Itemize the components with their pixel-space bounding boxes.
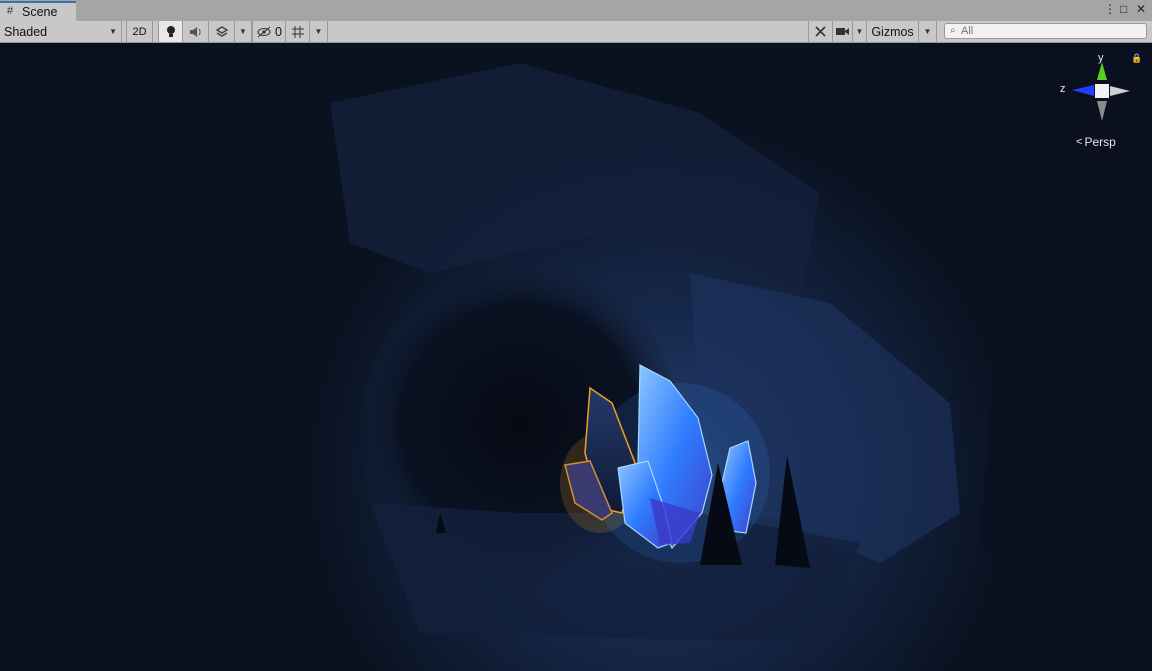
lightbulb-icon [166, 25, 175, 37]
y-axis-cone [1097, 62, 1107, 80]
scene-viewport[interactable]: y z 🔒 < Persp [0, 43, 1152, 671]
tools-toggle[interactable] [808, 21, 833, 42]
toggle-2d-button[interactable]: 2D [126, 21, 153, 42]
z-axis-cone [1072, 85, 1094, 96]
chevron-down-icon: ▼ [314, 27, 323, 36]
eye-hidden-icon [257, 26, 271, 37]
grid-dropdown[interactable]: ▼ [310, 21, 328, 42]
maximize-icon[interactable]: □ [1120, 2, 1127, 16]
gizmos-label: Gizmos [871, 24, 914, 39]
chevron-down-icon: ▼ [109, 27, 117, 36]
search-input[interactable] [961, 24, 1141, 38]
gizmos-toggle[interactable]: Gizmos [867, 21, 919, 42]
search-icon: ⌕ [950, 25, 956, 36]
more-options-icon[interactable]: ⋮ [1104, 2, 1116, 16]
lock-icon[interactable]: 🔒 [1131, 53, 1142, 64]
x-axis-cone [1110, 86, 1130, 96]
draw-mode-label: Shaded [4, 24, 48, 39]
camera-icon [835, 28, 849, 35]
speaker-icon [189, 26, 201, 37]
z-axis-label: z [1060, 83, 1066, 95]
hidden-count: 0 [275, 24, 282, 39]
tab-scene-label: Scene [22, 5, 58, 19]
scene-toolbar: Shaded ▼ 2D ▼ 0 ▼ ▼ Gizmos ▼ ⌕ [0, 21, 1152, 43]
draw-mode-dropdown[interactable]: Shaded ▼ [0, 21, 122, 42]
y-axis-label: y [1098, 52, 1104, 64]
tab-scene[interactable]: # Scene [0, 1, 76, 21]
perspective-icon: < [1076, 136, 1083, 148]
neg-y-axis-cone [1097, 101, 1107, 121]
projection-label: Persp [1084, 135, 1116, 149]
grid-icon: # [7, 5, 14, 17]
chevron-down-icon: ▼ [923, 27, 932, 36]
camera-button[interactable] [833, 21, 853, 42]
center-cube [1095, 84, 1109, 98]
gizmos-dropdown[interactable]: ▼ [919, 21, 937, 42]
tab-bar: # Scene ⋮ □ ✕ [0, 0, 1152, 21]
grid-snap-icon [291, 25, 304, 38]
effects-toggle[interactable] [209, 21, 235, 42]
tools-icon [815, 26, 826, 37]
audio-toggle[interactable] [183, 21, 209, 42]
cave-scene [0, 43, 1152, 671]
scene-visibility-toggle[interactable]: 0 [252, 21, 286, 42]
lighting-toggle[interactable] [158, 21, 183, 42]
chevron-down-icon: ▼ [239, 27, 247, 36]
grid-toggle[interactable] [286, 21, 310, 42]
search-box[interactable]: ⌕ [944, 23, 1147, 39]
effects-dropdown[interactable]: ▼ [235, 21, 252, 42]
toggle-2d-label: 2D [132, 25, 147, 38]
camera-dropdown[interactable]: ▼ [853, 21, 867, 42]
layers-icon [215, 25, 228, 37]
chevron-down-icon: ▼ [855, 27, 864, 36]
projection-toggle[interactable]: < Persp [1076, 135, 1116, 149]
close-icon[interactable]: ✕ [1136, 2, 1146, 16]
